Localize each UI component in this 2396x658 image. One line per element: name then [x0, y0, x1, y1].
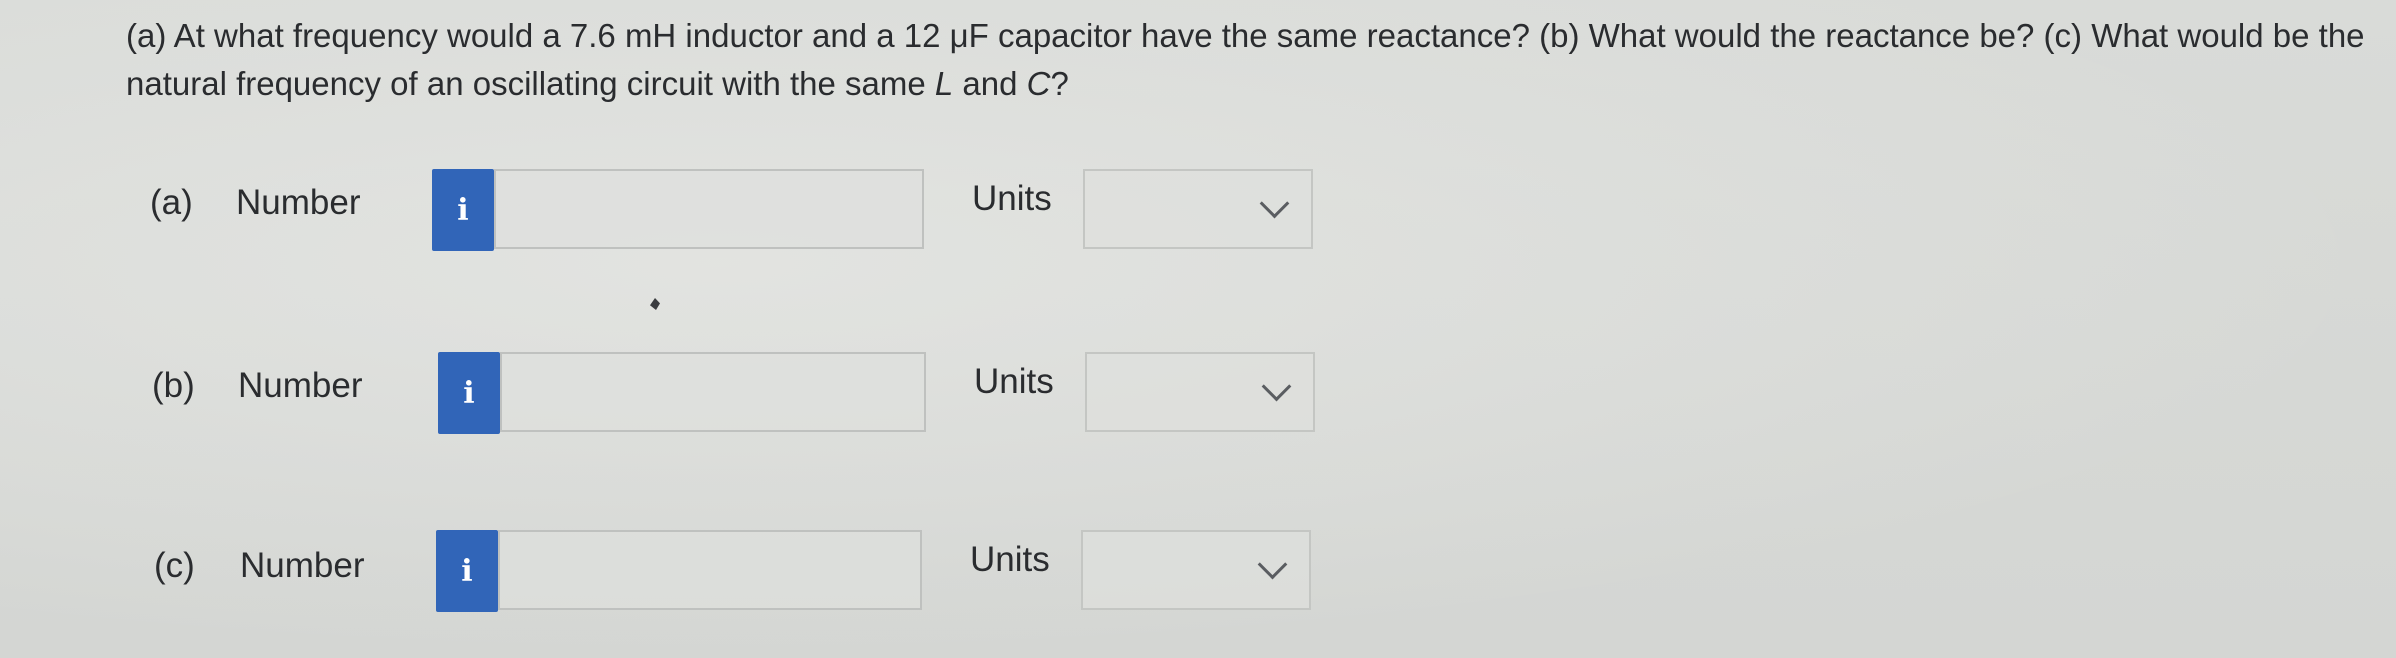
answer-label-b: (b) Number [152, 366, 362, 406]
number-input-b[interactable] [500, 352, 926, 432]
part-letter-c: (c) [154, 546, 195, 585]
units-select-b[interactable] [1085, 352, 1315, 432]
question-text: (a) At what frequency would a 7.6 mH ind… [126, 12, 2366, 108]
part-letter-a: (a) [150, 183, 193, 222]
info-icon-glyph: i [463, 375, 475, 411]
info-icon-glyph: i [457, 192, 469, 228]
info-icon[interactable]: i [436, 530, 498, 612]
number-label-a: Number [236, 183, 361, 222]
part-letter-b: (b) [152, 366, 195, 405]
answer-label-a: (a) Number [150, 183, 360, 223]
info-icon[interactable]: i [438, 352, 500, 434]
answer-label-c: (c) Number [154, 546, 364, 586]
units-select-a[interactable] [1083, 169, 1313, 249]
units-label-b: Units [974, 362, 1054, 401]
answer-row-a: (a) Number i Units [0, 165, 1400, 255]
number-label-c: Number [240, 546, 365, 585]
var-l: L [934, 65, 954, 102]
question-suffix: ? [1050, 65, 1069, 102]
number-input-c[interactable] [498, 530, 922, 610]
answer-row-c: (c) Number i Units [0, 528, 1400, 618]
info-icon-glyph: i [461, 553, 473, 589]
units-label-a: Units [972, 179, 1052, 218]
units-select-c[interactable] [1081, 530, 1311, 610]
question-and: and [953, 65, 1027, 102]
info-icon[interactable]: i [432, 169, 494, 251]
units-label-c: Units [970, 540, 1050, 579]
chevron-down-icon [1259, 188, 1290, 219]
question-body: (a) At what frequency would a 7.6 mH ind… [126, 17, 2365, 102]
number-input-a[interactable] [494, 169, 924, 249]
answer-row-b: (b) Number i Units [0, 348, 1400, 438]
chevron-down-icon [1257, 549, 1288, 580]
number-label-b: Number [238, 366, 363, 405]
var-c: C [1026, 65, 1051, 102]
chevron-down-icon [1261, 371, 1292, 402]
mouse-cursor [650, 298, 660, 310]
